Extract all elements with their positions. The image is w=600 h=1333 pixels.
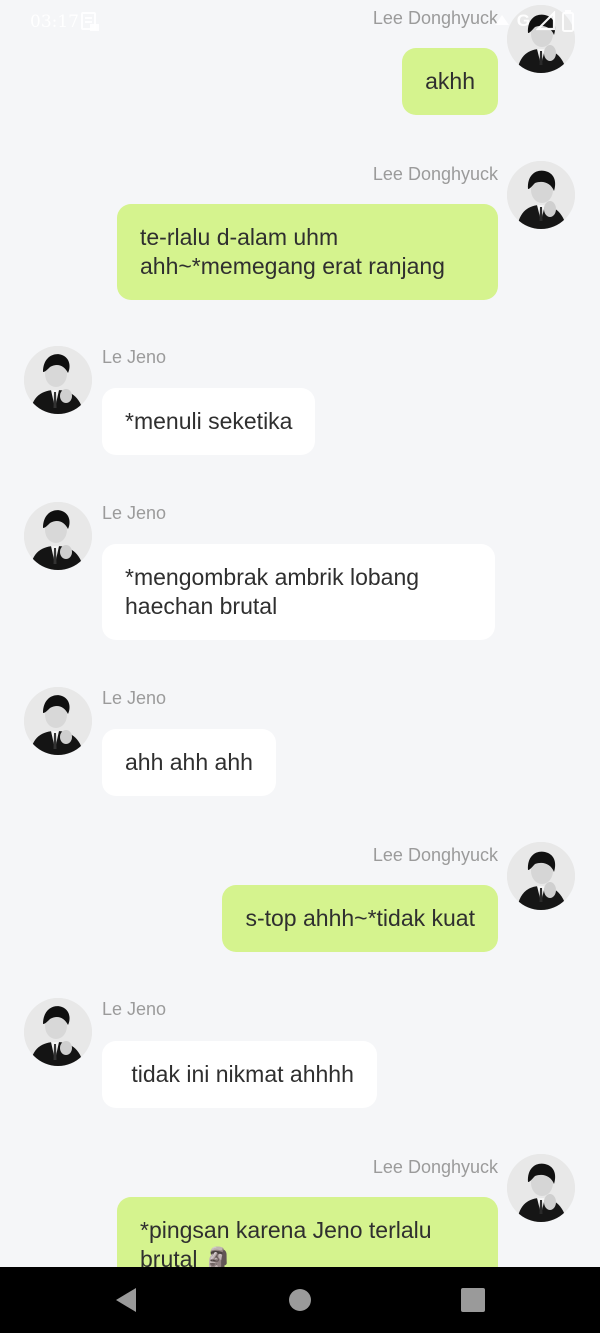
message-line: *mengombrak ambrik lobang: [125, 564, 420, 590]
avatar[interactable]: [507, 5, 575, 73]
avatar[interactable]: [24, 687, 92, 755]
avatar[interactable]: [507, 161, 575, 229]
avatar[interactable]: [24, 502, 92, 570]
home-icon[interactable]: [283, 1285, 317, 1315]
avatar-image: [507, 1154, 575, 1222]
message-line: te-rlalu d-alam uhm: [140, 224, 339, 250]
avatar-image: [507, 5, 575, 73]
message-bubble[interactable]: tidak ini nikmat ahhhh: [102, 1041, 377, 1108]
message-line: *pingsan karena Jeno terlalu: [140, 1217, 432, 1243]
sender-name: Le Jeno: [102, 347, 167, 367]
avatar[interactable]: [24, 998, 92, 1066]
sender-name: Lee Donghyuck: [372, 1157, 498, 1177]
avatar-image: [24, 687, 92, 755]
back-icon[interactable]: [110, 1285, 144, 1315]
message-bubble[interactable]: s-top ahhh~*tidak kuat: [222, 885, 498, 952]
status-time: 03:17: [30, 12, 79, 32]
sender-name: Le Jeno: [102, 688, 167, 708]
sender-name: Lee Donghyuck: [372, 845, 498, 865]
message-bubble[interactable]: *mengombrak ambrik lobang haechan brutal: [102, 544, 495, 640]
avatar[interactable]: [507, 1154, 575, 1222]
message-bubble[interactable]: *menuli seketika: [102, 388, 316, 455]
sender-name: Lee Donghyuck: [372, 164, 498, 184]
avatar-image: [24, 502, 92, 570]
avatar-image: [507, 842, 575, 910]
chat-screen: 03:17 G Lee Donghyuck akhh Lee Donghyuck…: [0, 0, 600, 1333]
avatar[interactable]: [24, 346, 92, 414]
avatar[interactable]: [507, 842, 575, 910]
message-bubble[interactable]: ahh ahh ahh: [102, 729, 276, 796]
data-saver-icon: [81, 12, 99, 31]
avatar-image: [24, 346, 92, 414]
message-bubble[interactable]: te-rlalu d-alam uhm ahh~*memegang erat r…: [117, 204, 498, 300]
recents-icon[interactable]: [456, 1285, 490, 1315]
message-line: haechan brutal: [125, 593, 278, 619]
sender-name: Lee Donghyuck: [372, 8, 498, 28]
avatar-image: [24, 998, 92, 1066]
message-bubble[interactable]: akhh: [402, 48, 498, 115]
message-line: ahh~*memegang erat ranjang: [140, 253, 445, 279]
system-navigation-bar: [0, 1267, 600, 1333]
sender-name: Le Jeno: [102, 999, 167, 1019]
avatar-image: [507, 161, 575, 229]
sender-name: Le Jeno: [102, 503, 167, 523]
